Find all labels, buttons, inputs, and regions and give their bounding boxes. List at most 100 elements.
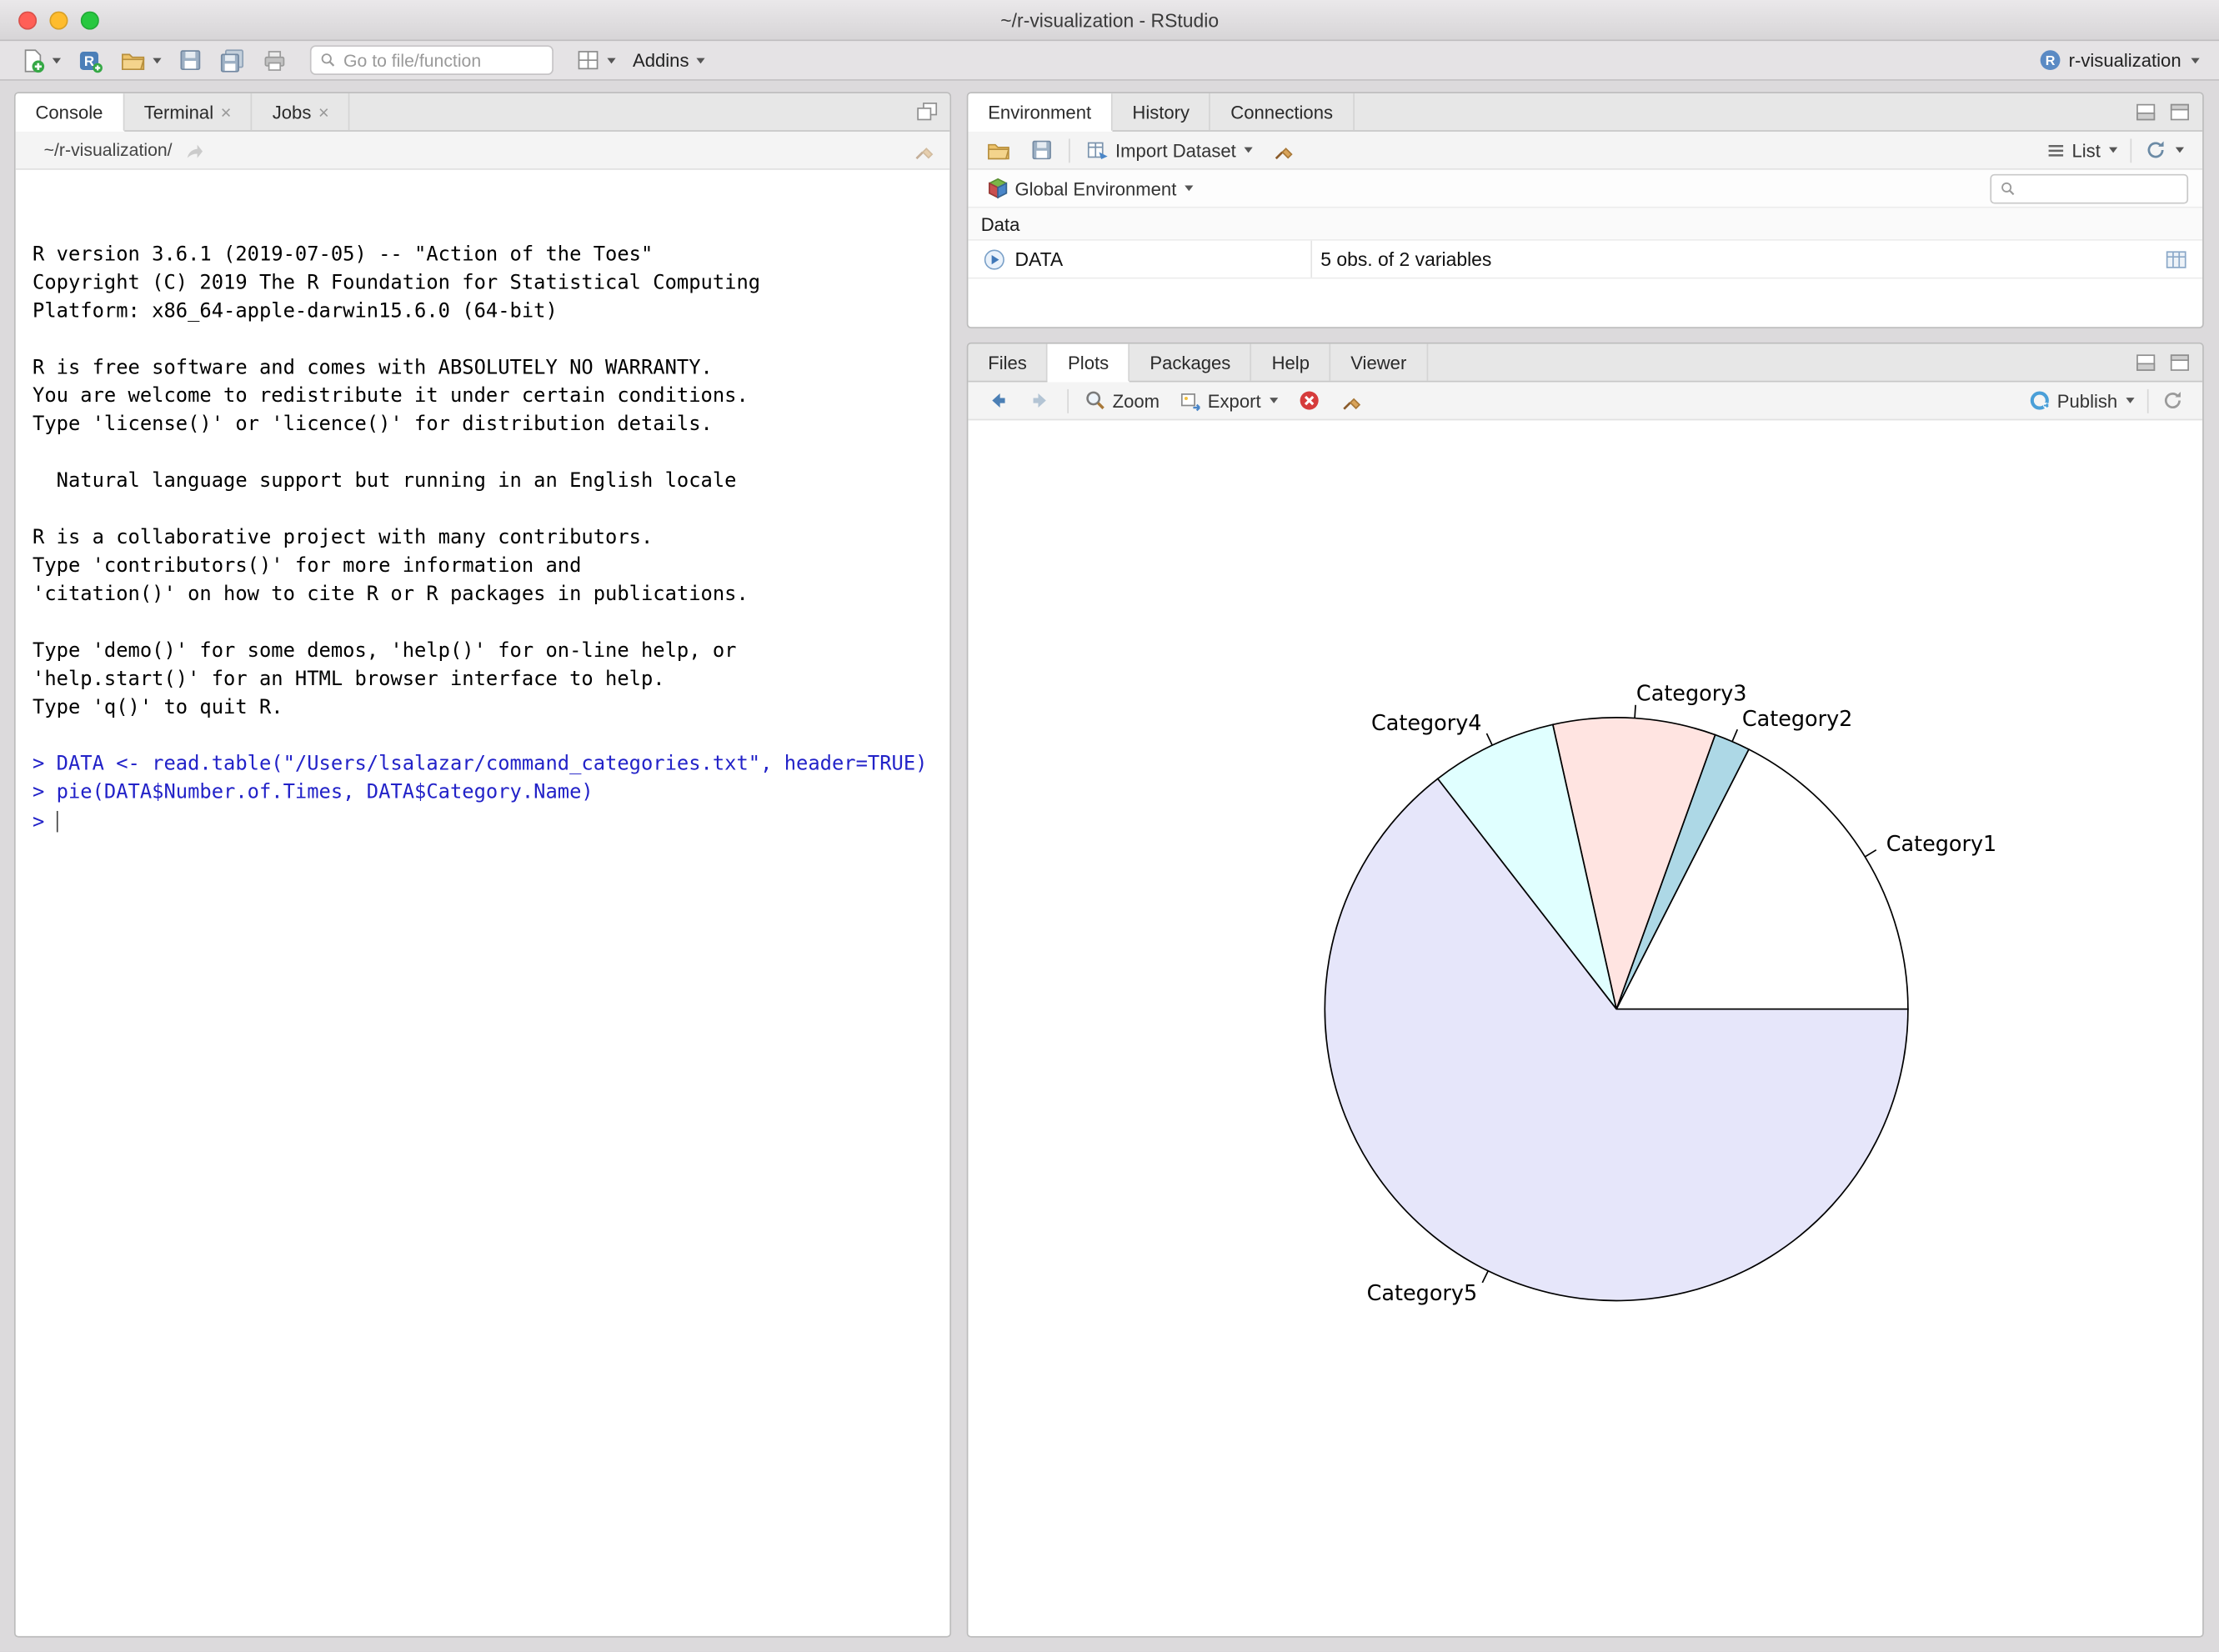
scope-label: Global Environment	[1014, 178, 1176, 198]
export-plot-button[interactable]: Export	[1175, 387, 1282, 415]
plots-tabbar: Files Plots Packages Help Viewer	[968, 344, 2202, 383]
open-file-button[interactable]	[115, 44, 168, 75]
zoom-plot-button[interactable]: Zoom	[1080, 387, 1165, 415]
pane-layout-button[interactable]	[570, 45, 621, 75]
tab-packages[interactable]: Packages	[1130, 344, 1252, 381]
console-line: You are welcome to redistribute it under…	[33, 382, 949, 410]
goto-file-icon	[320, 51, 337, 69]
import-dataset-button[interactable]: Import Dataset	[1081, 135, 1257, 165]
tab-files[interactable]: Files	[968, 344, 1048, 381]
environment-object-row[interactable]: DATA 5 obs. of 2 variables	[968, 241, 2202, 279]
tab-console[interactable]: Console	[16, 93, 124, 132]
object-name: DATA	[1014, 248, 1063, 269]
zoom-label: Zoom	[1113, 390, 1160, 411]
environment-search-input[interactable]	[2021, 178, 2178, 198]
tab-label: Connections	[1230, 101, 1333, 122]
chevron-down-icon	[53, 58, 61, 63]
goto-file-input[interactable]	[343, 50, 543, 70]
new-project-button[interactable]: R	[73, 44, 109, 75]
clear-environment-button[interactable]	[1269, 136, 1300, 164]
object-summary: 5 obs. of 2 variables	[1320, 248, 1491, 269]
publish-label: Publish	[2057, 390, 2117, 411]
tab-label: History	[1132, 101, 1190, 122]
save-all-button[interactable]	[213, 44, 250, 75]
console-line: Type 'license()' or 'licence()' for dist…	[33, 410, 949, 438]
close-tab-icon[interactable]: ×	[318, 103, 329, 121]
console-prompt-line[interactable]: >	[33, 807, 949, 837]
minimize-pane-icon[interactable]	[2135, 351, 2157, 373]
export-label: Export	[1208, 390, 1261, 411]
window-title: ~/r-visualization - RStudio	[0, 10, 2219, 31]
refresh-plot-button[interactable]	[2157, 387, 2188, 415]
tab-terminal[interactable]: Terminal ×	[124, 93, 253, 130]
view-in-files-icon[interactable]	[183, 139, 204, 160]
clear-plots-icon	[1340, 389, 1363, 412]
refresh-environment-button[interactable]	[2140, 136, 2188, 164]
chevron-down-icon	[1185, 185, 1194, 191]
console-line: > pie(DATA$Number.of.Times, DATA$Categor…	[33, 778, 949, 807]
environment-tabbar: Environment History Connections	[968, 93, 2202, 132]
refresh-icon	[2161, 389, 2184, 412]
global-environment-selector[interactable]: Global Environment	[982, 174, 1197, 203]
tab-help[interactable]: Help	[1252, 344, 1331, 381]
maximize-pane-icon[interactable]	[2168, 351, 2191, 373]
project-menu-button[interactable]: R r-visualization	[2037, 48, 2205, 73]
print-button[interactable]	[256, 44, 293, 75]
tab-label: Packages	[1150, 352, 1230, 373]
column-divider	[1310, 241, 1312, 278]
import-dataset-icon	[1085, 138, 1110, 163]
list-view-button[interactable]: List	[2041, 137, 2121, 163]
tab-history[interactable]: History	[1113, 93, 1211, 130]
tab-label: Environment	[988, 101, 1091, 122]
maximize-pane-icon[interactable]	[916, 101, 939, 123]
environment-search-box	[1990, 173, 2188, 203]
view-data-table-icon[interactable]	[2164, 248, 2188, 272]
tab-connections[interactable]: Connections	[1211, 93, 1355, 130]
console-line: R is free software and comes with ABSOLU…	[33, 354, 949, 383]
maximize-pane-icon[interactable]	[2168, 101, 2191, 123]
console-line: > DATA <- read.table("/Users/lsalazar/co…	[33, 750, 949, 778]
clear-console-icon[interactable]	[913, 138, 935, 161]
tab-label: Terminal	[144, 101, 213, 122]
clear-all-plots-button[interactable]	[1336, 387, 1367, 415]
console-line: R is a collaborative project with many c…	[33, 523, 949, 552]
minimize-pane-icon[interactable]	[2135, 101, 2157, 123]
new-file-button[interactable]	[14, 44, 67, 75]
chevron-down-icon	[1245, 148, 1253, 153]
save-button[interactable]	[173, 45, 208, 75]
publish-icon	[2029, 389, 2051, 412]
console-header: ~/r-visualization/	[16, 132, 950, 170]
save-workspace-button[interactable]	[1026, 136, 1057, 164]
tab-plots[interactable]: Plots	[1048, 344, 1130, 383]
next-plot-button[interactable]	[1024, 387, 1055, 415]
list-view-label: List	[2071, 139, 2100, 160]
pane-layout-icon	[576, 48, 600, 73]
environment-pane: Environment History Connections	[967, 92, 2204, 328]
plot-area: Category1Category2Category3Category4Cate…	[968, 422, 2202, 1636]
close-tab-icon[interactable]: ×	[221, 103, 232, 121]
console-line	[33, 608, 949, 637]
previous-plot-button[interactable]	[982, 387, 1013, 415]
publish-plot-button[interactable]: Publish	[2025, 387, 2139, 415]
tab-environment[interactable]: Environment	[968, 93, 1112, 132]
working-directory-label: ~/r-visualization/	[30, 140, 173, 160]
tab-viewer[interactable]: Viewer	[1330, 344, 1427, 381]
new-project-icon: R	[78, 48, 103, 73]
expand-object-icon[interactable]	[982, 247, 1006, 271]
chevron-down-icon	[153, 58, 161, 63]
remove-plot-icon	[1298, 389, 1320, 412]
svg-text:R: R	[2045, 53, 2055, 68]
save-icon	[1030, 138, 1053, 161]
console-output[interactable]: R version 3.6.1 (2019-07-05) -- "Action …	[16, 171, 950, 1635]
addins-label: Addins	[633, 49, 689, 70]
tab-jobs[interactable]: Jobs ×	[253, 93, 350, 130]
load-workspace-button[interactable]	[982, 135, 1014, 165]
addins-button[interactable]: Addins	[627, 47, 710, 73]
environment-section-header: Data	[968, 208, 2202, 241]
svg-text:R: R	[84, 53, 94, 68]
open-folder-icon	[987, 138, 1011, 163]
console-line	[33, 438, 949, 467]
search-icon	[2000, 179, 2016, 198]
remove-plot-button[interactable]	[1294, 387, 1325, 415]
console-line: R version 3.6.1 (2019-07-05) -- "Action …	[33, 241, 949, 269]
